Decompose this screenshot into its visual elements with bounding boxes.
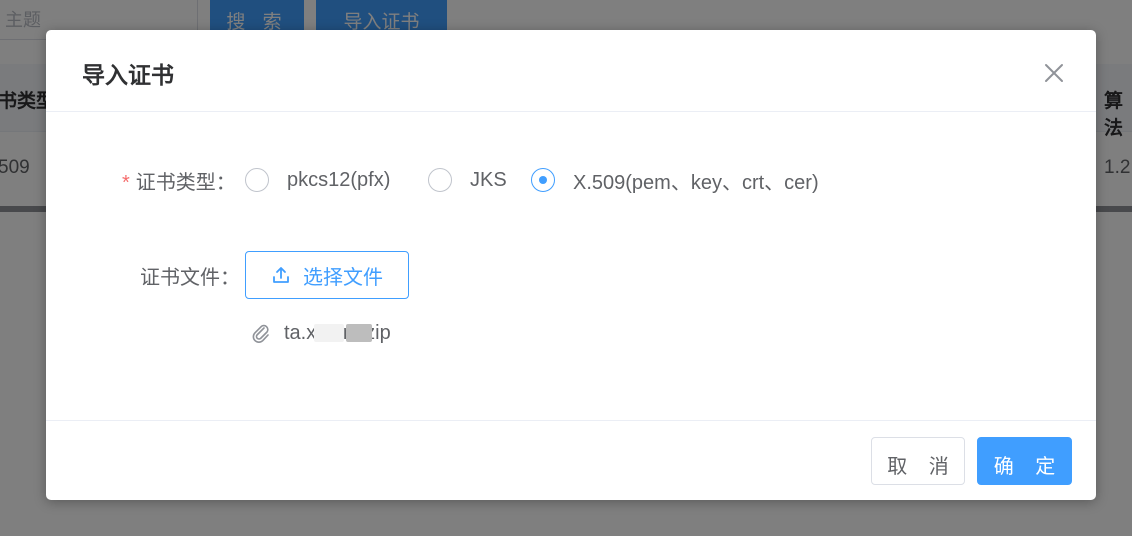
required-mark: * <box>122 172 130 194</box>
select-file-label: 选择文件 <box>303 266 383 289</box>
redaction-mark <box>314 324 344 342</box>
radio-circle <box>245 168 269 192</box>
radio-circle-checked <box>531 168 555 192</box>
cert-file-label: 证书文件： <box>140 267 240 289</box>
select-file-button[interactable]: 选择文件 <box>245 251 409 299</box>
radio-circle <box>428 168 452 192</box>
radio-label: pkcs12(pfx) <box>287 168 391 191</box>
cert-type-label: * 证书类型： <box>122 166 236 195</box>
cert-type-label-text: 证书类型： <box>135 172 236 194</box>
uploaded-file-item[interactable]: ta.x.com.zip <box>250 320 391 346</box>
redaction-mark <box>346 324 372 342</box>
radio-pkcs12[interactable]: pkcs12(pfx) <box>245 167 390 193</box>
upload-icon <box>273 267 289 283</box>
confirm-button[interactable]: 确 定 <box>977 437 1072 485</box>
radio-label: X.509(pem、key、crt、cer) <box>573 171 819 194</box>
close-icon[interactable] <box>1039 58 1069 88</box>
paperclip-icon <box>252 324 269 343</box>
cancel-button[interactable]: 取 消 <box>871 437 965 485</box>
radio-label: JKS <box>470 168 507 191</box>
radio-x509[interactable]: X.509(pem、key、crt、cer) <box>531 167 819 194</box>
dialog-header: 导入证书 <box>46 30 1096 112</box>
import-certificate-dialog: 导入证书 * 证书类型： pkcs12(pfx) JKS X.509(pem、ke… <box>46 30 1096 500</box>
radio-jks[interactable]: JKS <box>428 167 507 193</box>
dialog-title: 导入证书 <box>82 62 174 88</box>
dialog-footer: 取 消 确 定 <box>46 420 1096 500</box>
